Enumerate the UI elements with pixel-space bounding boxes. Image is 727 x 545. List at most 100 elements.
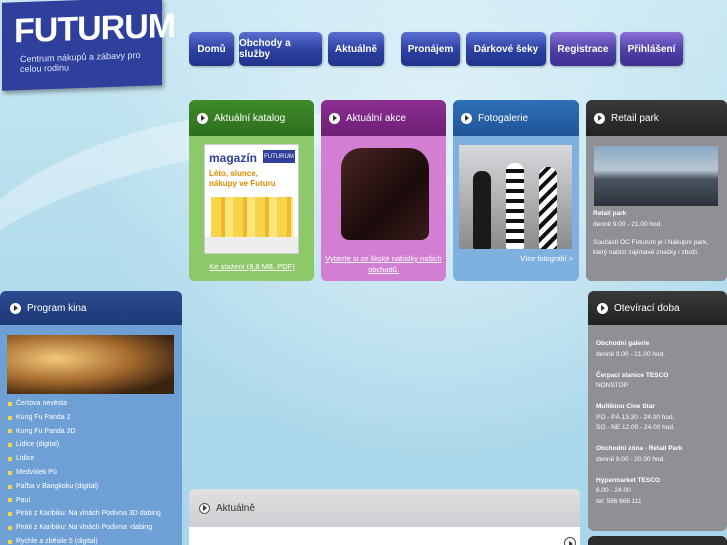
- fashion-show-photo[interactable]: [459, 145, 572, 249]
- news-content: [189, 527, 580, 545]
- list-item[interactable]: Čertova nevěsta: [8, 397, 161, 411]
- retail-name: Retail park: [593, 210, 627, 217]
- movie-title: Kung Fu Panda 3D: [16, 427, 76, 435]
- retail-park-photo[interactable]: [594, 146, 718, 206]
- list-item[interactable]: Piráti z Karibiku: Na vlnách Podivna 3D …: [8, 507, 161, 521]
- list-item[interactable]: Rychle a zběsile 5 (digital): [8, 535, 161, 545]
- bullet-icon: [8, 484, 12, 489]
- list-item[interactable]: Piráti z Karibiku: Na vlnách Podivna -da…: [8, 521, 161, 535]
- opening-hours-title: Otevírací doba: [614, 302, 680, 314]
- movie-title: Medvídek Pú: [16, 468, 57, 476]
- logo-name: FUTURUM: [14, 6, 176, 51]
- bullet-icon: [8, 415, 12, 420]
- movie-title: Pařba v Bangkoku (digital): [16, 482, 99, 490]
- more-arrow-icon[interactable]: [564, 537, 576, 545]
- hours-label: Obchodní galerie: [596, 340, 650, 347]
- hours-value: SO - NE 12.00 - 24.00 hod.: [596, 424, 675, 431]
- cinema-panel: Program kina Čertova nevěsta Kung Fu Pan…: [0, 291, 182, 545]
- bullet-icon: [8, 498, 12, 503]
- nav-rental[interactable]: Pronájem: [401, 32, 460, 66]
- logo-tagline: Centrum nákupů a zábavy pro celou rodinu: [20, 49, 141, 75]
- model-figure: [506, 163, 524, 249]
- bullet-icon: [8, 526, 12, 531]
- arrow-right-icon: [597, 302, 608, 314]
- movie-title: Piráti z Karibiku: Na vlnách Podivna 3D …: [16, 510, 161, 518]
- hours-label: Čerpací stanice TESCO: [596, 371, 669, 379]
- bullet-icon: [8, 470, 12, 475]
- bullet-icon: [8, 512, 12, 517]
- hours-label: Obchodní zóna - Retail Park: [596, 445, 683, 452]
- movie-title: Paul: [16, 496, 31, 504]
- arrow-right-icon: [329, 112, 340, 124]
- retail-header[interactable]: Retail park: [586, 100, 727, 136]
- retail-box: Retail park Retail park denně 9.00 - 21.…: [586, 100, 727, 281]
- gallery-more-link[interactable]: Více fotografií >: [503, 253, 573, 264]
- nav-registration[interactable]: Registrace: [550, 32, 616, 66]
- cinema-header[interactable]: Program kina: [0, 291, 182, 325]
- bullet-icon: [8, 429, 12, 434]
- list-item[interactable]: Kung Fu Panda 3D: [8, 425, 161, 439]
- list-item[interactable]: Lidice (digital): [8, 438, 161, 452]
- news-title: Aktuálně: [216, 502, 255, 514]
- nav-home[interactable]: Domů: [189, 32, 234, 66]
- arrow-right-icon: [199, 502, 210, 514]
- catalog-title: Aktuální katalog: [214, 112, 286, 124]
- news-header[interactable]: Aktuálně: [189, 489, 580, 527]
- list-item[interactable]: Pařba v Bangkoku (digital): [8, 480, 161, 494]
- offers-box: Aktuální akce Vyberte si ze škské nabídk…: [321, 100, 446, 281]
- hours-phone: tel: 596 666 111: [596, 497, 642, 505]
- bullet-icon: [8, 443, 12, 448]
- movie-still-image[interactable]: [7, 335, 174, 394]
- movie-title: Kung Fu Panda 2: [16, 413, 71, 421]
- list-item[interactable]: Lidice: [8, 452, 161, 466]
- catalog-cover-image[interactable]: magazín FUTURUM Léto, slunce, nákupy ve …: [204, 144, 299, 254]
- hours-value: 6.00 - 24.00: [596, 487, 631, 494]
- arrow-right-icon: [461, 112, 472, 124]
- list-item[interactable]: Medvídek Pú: [8, 466, 161, 480]
- nav-login[interactable]: Přihlášení: [620, 32, 683, 66]
- list-item[interactable]: Paul: [8, 494, 161, 508]
- catalog-cover-logo: FUTURUM: [263, 150, 295, 163]
- gallery-header[interactable]: Fotogalerie: [453, 100, 579, 136]
- model-figure: [473, 171, 491, 249]
- opening-hours-panel: Otevírací doba Obchodní galerie denně 9.…: [588, 291, 727, 531]
- hours-value: PO - PÁ 13.30 - 24.00 hod.: [596, 413, 675, 421]
- retail-description: Součástí OC Futurum je i Nákupní park, k…: [593, 239, 709, 256]
- nav-shops-services[interactable]: Obchody a služby: [239, 32, 322, 66]
- offers-header[interactable]: Aktuální akce: [321, 100, 446, 136]
- gallery-box: Fotogalerie Více fotografií >: [453, 100, 579, 281]
- catalog-download-link[interactable]: Ke stažení (9,8 MB, PDF): [197, 261, 307, 272]
- bullet-icon: [8, 457, 12, 462]
- catalog-body: magazín FUTURUM Léto, slunce, nákupy ve …: [189, 136, 314, 281]
- cinema-title: Program kina: [27, 302, 87, 314]
- offers-link[interactable]: Vyberte si ze škské nabídky našich obcho…: [323, 253, 444, 275]
- site-logo[interactable]: FUTURUM Centrum nákupů a zábavy pro celo…: [2, 0, 175, 91]
- hours-label: Multikino Cine Star: [596, 403, 655, 410]
- jacket-image[interactable]: [341, 148, 429, 240]
- hours-value: denně 9.00 - 21.00 hod.: [596, 350, 666, 358]
- model-figure: [539, 167, 557, 249]
- gallery-title: Fotogalerie: [478, 112, 529, 124]
- movie-title: Lidice: [16, 455, 35, 463]
- bullet-icon: [8, 401, 12, 406]
- gallery-body: Více fotografií >: [453, 136, 579, 281]
- hours-label: Hypermarket TESCO: [596, 476, 660, 484]
- towels-image: [211, 197, 293, 237]
- catalog-box: Aktuální katalog magazín FUTURUM Léto, s…: [189, 100, 314, 281]
- catalog-cover-text: Léto, slunce, nákupy ve Futuru: [209, 169, 276, 188]
- arrow-right-icon: [594, 112, 605, 124]
- retail-body: Retail park denně 9.00 - 21.00 hod. Souč…: [586, 136, 727, 281]
- hours-value: denně 9.00 - 20.00 hod.: [596, 455, 666, 463]
- list-item[interactable]: Kung Fu Panda 2: [8, 411, 161, 425]
- offers-body: Vyberte si ze škské nabídky našich obcho…: [321, 136, 446, 281]
- catalog-header[interactable]: Aktuální katalog: [189, 100, 314, 136]
- movie-title: Lidice (digital): [16, 441, 60, 449]
- nav-news[interactable]: Aktuálně: [328, 32, 384, 66]
- arrow-right-icon: [10, 302, 21, 314]
- opening-hours-header[interactable]: Otevírací doba: [588, 291, 727, 325]
- movie-list: Čertova nevěsta Kung Fu Panda 2 Kung Fu …: [8, 397, 161, 545]
- offers-title: Aktuální akce: [346, 112, 407, 124]
- nav-gift-vouchers[interactable]: Dárkové šeky: [466, 32, 546, 66]
- movie-title: Rychle a zběsile 5 (digital): [16, 537, 98, 545]
- arrow-right-icon: [197, 112, 208, 124]
